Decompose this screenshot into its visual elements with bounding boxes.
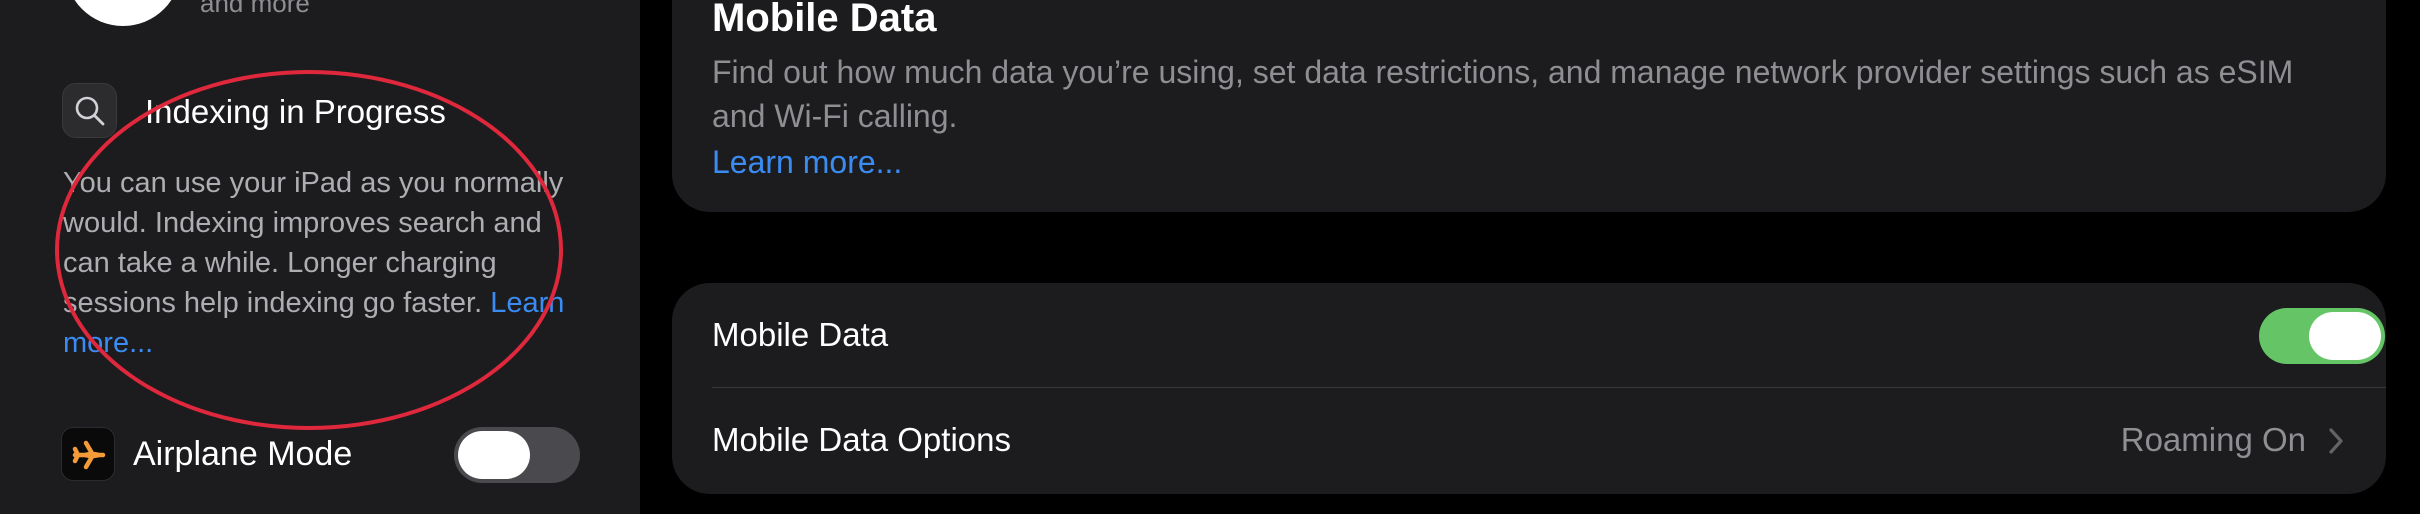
page-title: Mobile Data: [712, 0, 937, 40]
indexing-description-text: You can use your iPad as you normally wo…: [63, 167, 564, 319]
info-learn-more-link[interactable]: Learn more...: [712, 140, 902, 184]
roaming-status-value: Roaming On: [2120, 421, 2306, 458]
mobile-data-row[interactable]: Mobile Data: [672, 283, 2386, 388]
mobile-data-options-label: Mobile Data Options: [712, 421, 1011, 458]
mobile-data-info-card: Mobile Data Find out how much data you’r…: [672, 0, 2386, 212]
mobile-data-settings-group: Mobile Data Mobile Data Options Roaming …: [672, 283, 2386, 494]
chevron-right-icon: [2329, 428, 2343, 454]
airplane-mode-toggle[interactable]: [454, 427, 580, 483]
indexing-description: You can use your iPad as you normally wo…: [63, 163, 583, 363]
airplane-mode-label: Airplane Mode: [133, 435, 353, 473]
main-content: Mobile Data Find out how much data you’r…: [640, 0, 2420, 514]
toggle-knob: [2309, 312, 2381, 360]
info-description: Find out how much data you’re using, set…: [712, 54, 2294, 134]
indexing-title: Indexing in Progress: [145, 93, 446, 130]
account-subtitle[interactable]: and more: [200, 0, 310, 18]
search-icon: [62, 83, 117, 138]
toggle-knob: [458, 431, 530, 479]
mobile-data-toggle[interactable]: [2259, 308, 2385, 364]
mobile-data-options-row[interactable]: Mobile Data Options Roaming On: [672, 388, 2386, 493]
mobile-data-label: Mobile Data: [712, 316, 889, 353]
avatar[interactable]: [65, 0, 181, 26]
sidebar: and more Indexing in Progress You can us…: [0, 0, 640, 514]
airplane-icon: [61, 427, 115, 481]
